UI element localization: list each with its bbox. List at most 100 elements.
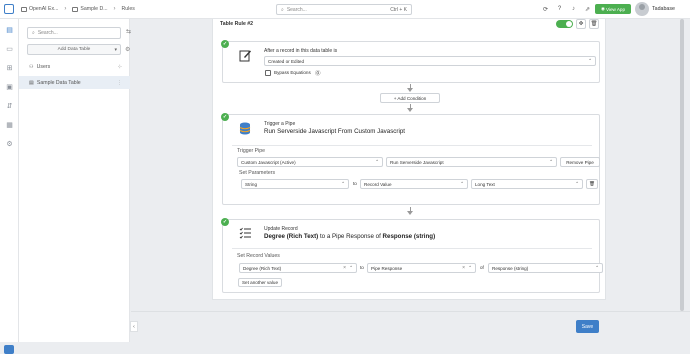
chevron-down-icon[interactable]: ▾	[114, 47, 117, 53]
pipe-select[interactable]: Custom Javascript (Active) ⌃	[237, 157, 383, 167]
view-app-button[interactable]: ◉ View App	[595, 4, 631, 14]
breadcrumb-rules[interactable]: Rules	[122, 6, 135, 12]
pipe-action-title: Trigger a Pipe	[264, 121, 296, 127]
breadcrumb-table[interactable]: Sample D...	[80, 6, 107, 12]
chevron-down-icon: ⌃	[575, 181, 579, 186]
breadcrumb: OpenAI Ex... › Sample D... › Rules	[21, 6, 135, 12]
footer-divider	[131, 311, 690, 312]
table-icon: ▤	[29, 79, 34, 86]
rule-title: Table Rule #2	[220, 21, 254, 27]
arrow-down-icon	[407, 108, 413, 112]
avatar[interactable]	[635, 2, 649, 16]
chat-icon[interactable]	[4, 345, 14, 354]
chevron-down-icon: ⌃	[595, 265, 599, 270]
user-name[interactable]: Tadabase	[652, 6, 675, 12]
global-search-input[interactable]: ⌕ Search... Ctrl + K	[276, 4, 412, 15]
table-icon	[72, 6, 79, 12]
help-icon[interactable]: ⓪	[315, 69, 321, 77]
app-logo-icon[interactable]	[4, 4, 14, 14]
image-icon[interactable]: ▣	[5, 82, 14, 91]
scrollbar[interactable]	[679, 19, 685, 311]
pipe-response-select[interactable]: Response (string) ⌃	[488, 263, 603, 273]
chevron-down-icon: ⌃	[375, 159, 379, 164]
list-check-icon	[238, 226, 252, 240]
trigger-event-select[interactable]: Created or Edited ⌃	[264, 56, 596, 66]
chevron-down-icon: ⌃	[460, 181, 464, 186]
clear-icon[interactable]: ×	[462, 265, 465, 271]
sidebar-item-users[interactable]: ⚇ Users ⊹	[19, 60, 130, 73]
help-icon[interactable]: ?	[555, 4, 564, 14]
settings-icon[interactable]: ⚙	[5, 139, 14, 148]
main-content: Table Rule #2 ✥ 🗑 ✓ After a record in th…	[131, 19, 690, 342]
search-shortcut: Ctrl + K	[390, 6, 407, 13]
trash-icon: 🗑	[589, 181, 595, 186]
chevron-down-icon: ⌃	[349, 265, 353, 270]
to-label: to	[360, 265, 364, 270]
check-icon: ✓	[221, 40, 229, 48]
external-link-icon[interactable]: ⇗	[583, 4, 592, 14]
plugins-icon[interactable]: ⊞	[5, 63, 14, 72]
arrow-down-icon	[407, 211, 413, 215]
data-tables-icon[interactable]: ▤	[5, 25, 14, 34]
trash-icon: 🗑	[590, 21, 598, 27]
chevron-right-icon: ›	[64, 6, 67, 12]
pipe-action-card: ✓ Trigger a Pipe Run Serverside Javascri…	[221, 113, 600, 205]
chevron-down-icon: ⌃	[549, 159, 553, 164]
more-icon[interactable]: ⋮	[117, 80, 122, 86]
of-label: of	[480, 265, 484, 270]
bypass-equations-checkbox[interactable]	[265, 70, 271, 76]
bell-icon[interactable]: ♪	[569, 4, 578, 14]
move-button[interactable]: ✥	[576, 19, 586, 29]
remove-pipe-button[interactable]: Remove Pipe	[560, 157, 600, 167]
sidebar-search-input[interactable]: ⌕ Search...	[27, 27, 121, 39]
tables-sidebar: ⌕ Search... ⇆ Add Data Table ▾ ⚙ ⚇ Users…	[19, 19, 131, 342]
database-icon	[21, 6, 27, 12]
set-parameters-label: Set Parameters	[239, 170, 276, 176]
automation-icon[interactable]: ⇵	[5, 101, 14, 110]
value-source-select[interactable]: Pipe Response × ⌃	[367, 263, 476, 273]
pipes-icon[interactable]: ▦	[5, 120, 14, 129]
add-condition-button[interactable]: + Add Condition	[380, 93, 440, 103]
add-data-table-button[interactable]: Add Data Table ▾	[27, 44, 121, 55]
parameter-name-select[interactable]: String ⌃	[241, 179, 349, 189]
pin-icon[interactable]: ⊹	[118, 64, 122, 70]
sidebar-item-sample-data-table[interactable]: ▤ Sample Data Table ⋮	[19, 76, 130, 89]
chevron-down-icon: ⌃	[468, 265, 472, 270]
delete-parameter-button[interactable]: 🗑	[586, 179, 598, 189]
set-another-value-button[interactable]: Set another value	[238, 278, 282, 287]
eye-icon: ◉	[600, 6, 605, 11]
gear-icon[interactable]: ⚙	[125, 46, 130, 53]
clear-icon[interactable]: ×	[343, 265, 346, 271]
chevron-down-icon: ⌃	[341, 181, 345, 186]
pipe-function-select[interactable]: Run Serverside Javascript ⌃	[386, 157, 557, 167]
search-icon: ⌕	[32, 30, 35, 36]
pipe-action-summary: Run Serverside Javascript From Custom Ja…	[264, 128, 405, 135]
parameter-field-select[interactable]: Long Text ⌃	[471, 179, 583, 189]
to-label: to	[353, 181, 357, 186]
update-record-summary: Degree (Rich Text) to a Pipe Response of…	[264, 233, 436, 240]
breadcrumb-app[interactable]: OpenAI Ex...	[29, 6, 58, 12]
refresh-icon[interactable]: ⟳	[541, 4, 550, 14]
database-icon	[238, 121, 252, 135]
users-icon: ⚇	[29, 63, 34, 70]
move-icon: ✥	[578, 21, 584, 27]
parameter-source-select[interactable]: Record Value ⌃	[360, 179, 468, 189]
chevron-down-icon: ⌃	[588, 58, 592, 63]
edit-icon	[238, 48, 252, 62]
save-button[interactable]: Save	[576, 320, 599, 333]
divider	[232, 145, 592, 146]
icon-rail: ▤ ▭ ⊞ ▣ ⇵ ▦ ⚙	[0, 19, 19, 354]
set-record-values-label: Set Record Values	[237, 253, 280, 259]
divider	[232, 248, 592, 249]
pages-icon[interactable]: ▭	[5, 44, 14, 53]
check-icon: ✓	[221, 218, 229, 226]
delete-rule-button[interactable]: 🗑	[589, 19, 599, 29]
trigger-pipe-label: Trigger Pipe	[237, 148, 266, 154]
record-field-select[interactable]: Degree (Rich Text) × ⌃	[239, 263, 357, 273]
chevron-right-icon: ›	[113, 6, 116, 12]
check-icon: ✓	[221, 113, 229, 121]
bypass-equations-label: Bypass Equations	[274, 70, 311, 75]
rule-enabled-toggle[interactable]	[556, 20, 573, 28]
scrollbar-thumb[interactable]	[680, 19, 684, 311]
rule-canvas: Table Rule #2 ✥ 🗑 ✓ After a record in th…	[212, 19, 606, 300]
